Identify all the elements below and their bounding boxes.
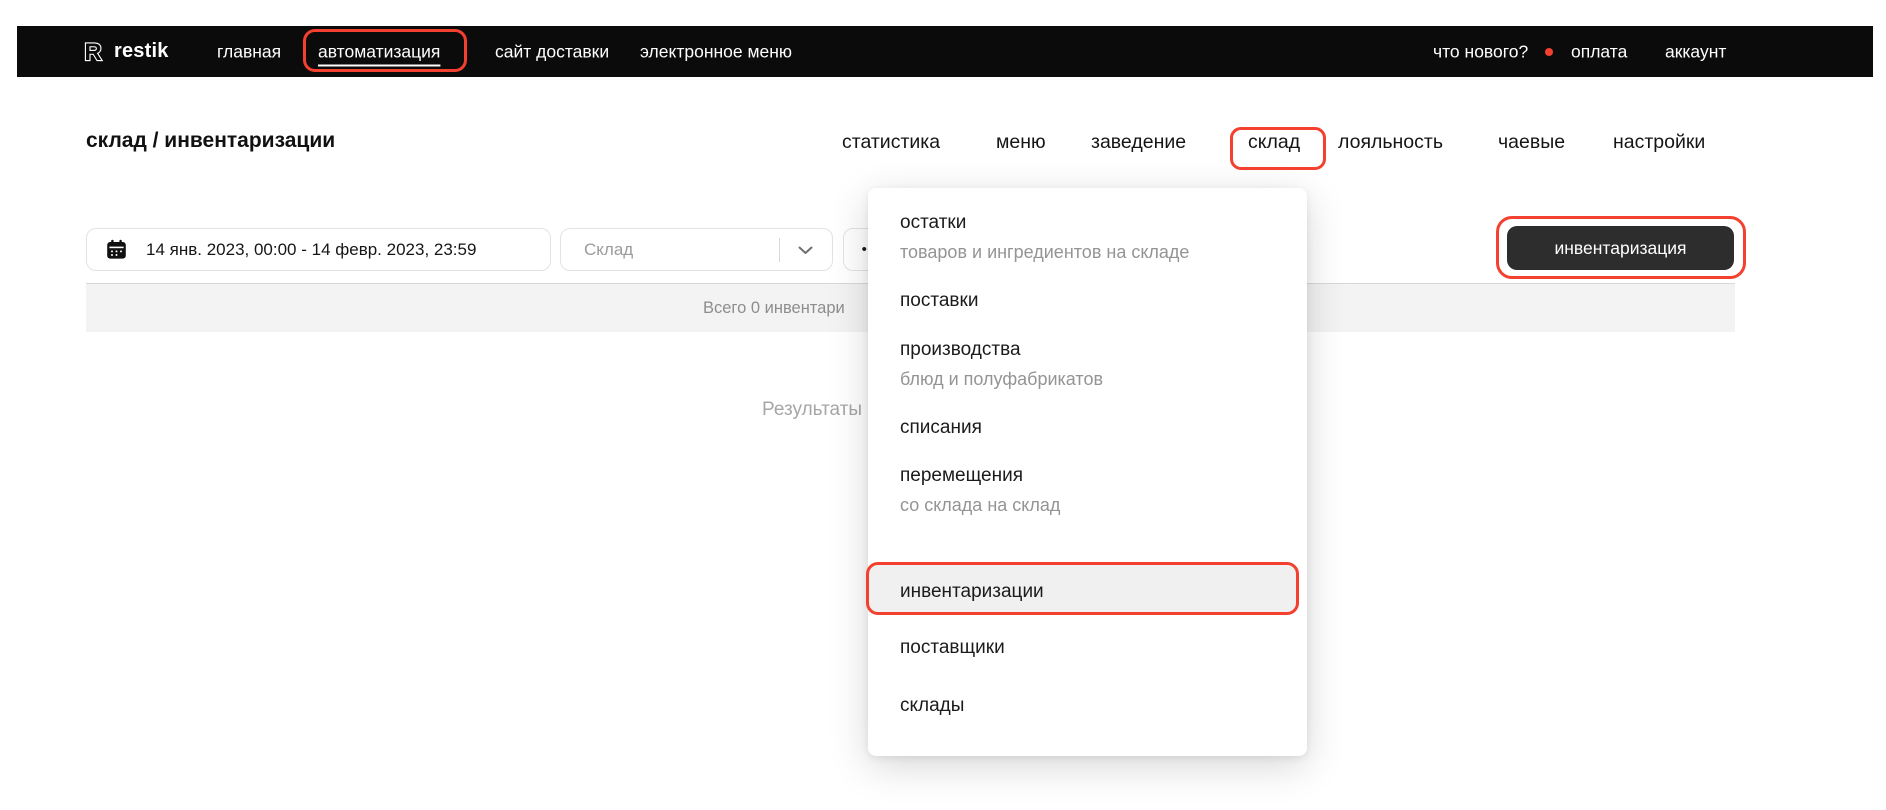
tab-statistics[interactable]: статистика: [842, 131, 940, 154]
nav-item-account[interactable]: аккаунт: [1665, 41, 1726, 62]
menu-item-stock-subtitle: товаров и ингредиентов на складе: [900, 242, 1189, 263]
menu-item-productions-subtitle: блюд и полуфабрикатов: [900, 369, 1103, 390]
tab-settings[interactable]: настройки: [1613, 131, 1705, 154]
page-title: склад / инвентаризации: [86, 129, 335, 153]
empty-results-text: Результаты: [762, 399, 862, 421]
menu-item-writeoffs[interactable]: списания: [900, 417, 982, 439]
warehouse-select[interactable]: Склад: [560, 228, 833, 271]
nav-item-main[interactable]: главная: [217, 41, 281, 62]
inventory-button[interactable]: инвентаризация: [1507, 226, 1734, 270]
svg-text:R: R: [84, 39, 101, 65]
date-range-picker[interactable]: 14 янв. 2023, 00:00 - 14 февр. 2023, 23:…: [86, 228, 551, 271]
menu-item-productions[interactable]: производства: [900, 339, 1021, 361]
calendar-icon: [106, 239, 127, 260]
top-navbar: R restik главная автоматизация сайт дост…: [17, 26, 1873, 77]
menu-item-inventories-label: инвентаризации: [900, 565, 1044, 618]
select-divider: [779, 238, 780, 262]
restik-logo-icon: R: [81, 39, 105, 65]
nav-item-delivery-site[interactable]: сайт доставки: [495, 41, 609, 62]
tab-venue[interactable]: заведение: [1091, 131, 1186, 154]
menu-item-transfers-subtitle: со склада на склад: [900, 495, 1060, 516]
menu-item-supplies[interactable]: поставки: [900, 290, 978, 312]
tab-tips[interactable]: чаевые: [1498, 131, 1565, 154]
tab-loyalty[interactable]: лояльность: [1338, 131, 1443, 154]
nav-item-payment[interactable]: оплата: [1571, 41, 1627, 62]
menu-item-stock[interactable]: остатки: [900, 212, 966, 234]
restik-logo[interactable]: R restik: [81, 39, 169, 65]
menu-item-vendors[interactable]: поставщики: [900, 637, 1005, 659]
warehouse-select-placeholder: Склад: [584, 240, 633, 260]
nav-item-emenu[interactable]: электронное меню: [640, 41, 792, 62]
menu-item-inventories[interactable]: инвентаризации: [866, 562, 1299, 615]
nav-item-automation[interactable]: автоматизация: [318, 41, 440, 62]
date-range-value: 14 янв. 2023, 00:00 - 14 февр. 2023, 23:…: [146, 240, 476, 260]
tab-menu[interactable]: меню: [996, 131, 1046, 154]
logo-text: restik: [114, 40, 169, 63]
tab-warehouse[interactable]: склад: [1248, 131, 1300, 154]
nav-item-whats-new[interactable]: что нового?: [1433, 41, 1528, 62]
notification-dot: [1545, 48, 1553, 56]
menu-item-warehouses[interactable]: склады: [900, 695, 964, 717]
chevron-down-icon: [798, 246, 813, 255]
summary-total-text: Всего 0 инвентари: [703, 284, 845, 333]
warehouse-dropdown-menu: остатки товаров и ингредиентов на складе…: [868, 188, 1307, 756]
menu-item-transfers[interactable]: перемещения: [900, 465, 1023, 487]
